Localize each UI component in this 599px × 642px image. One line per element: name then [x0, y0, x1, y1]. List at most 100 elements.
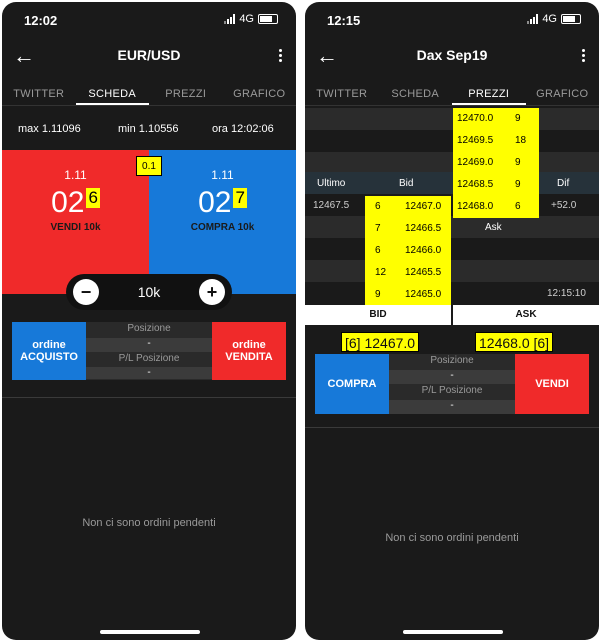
status-bar: 12:02 4G — [2, 2, 296, 36]
bid-quote: [6] 12467.0 — [341, 332, 420, 352]
divider — [2, 397, 296, 398]
book-row — [305, 130, 599, 152]
book-row — [305, 238, 599, 260]
right-phone-screen: 12:15 4G ← Dax Sep19 TWITTER SCHEDA PREZ… — [305, 2, 599, 640]
ask-size: 9 — [515, 113, 521, 124]
buy-button-label: COMPRA — [327, 378, 377, 390]
tab-twitter[interactable]: TWITTER — [2, 84, 76, 105]
ask-level[interactable]: 12468.5 9 — [453, 174, 539, 196]
sell-price-digits: 02 — [51, 186, 85, 219]
position-box: Posizione - P/L Posizione - — [389, 354, 515, 414]
price-stats: max 1.11096 min 1.10556 ora 12:02:06 — [2, 114, 296, 144]
page-title: Dax Sep19 — [416, 47, 488, 63]
change-header: Dif — [557, 178, 570, 189]
bid-price: 12466.0 — [405, 245, 442, 256]
sell-price-main: 02 6 — [2, 186, 149, 220]
buy-price-digits: 02 — [198, 186, 232, 219]
book-header-bar — [305, 172, 599, 194]
ask-level[interactable]: 12469.0 9 — [453, 152, 539, 174]
network-label: 4G — [239, 13, 254, 25]
book-row — [305, 216, 599, 238]
tab-bar: TWITTER SCHEDA PREZZI GRAFICO — [305, 84, 599, 106]
pl-label: P/L Posizione — [421, 385, 483, 396]
bid-price: 12466.5 — [405, 223, 442, 234]
battery-icon — [561, 14, 581, 24]
bid-level[interactable]: 6 12466.0 — [365, 240, 451, 262]
pl-value: - — [86, 367, 212, 379]
signal-icon — [224, 14, 236, 24]
pl-value: - — [389, 400, 515, 414]
ask-price: 12469.5 — [457, 135, 494, 146]
tab-scheda[interactable]: SCHEDA — [379, 84, 453, 105]
sell-button[interactable]: VENDI — [515, 354, 589, 414]
position-value: - — [389, 370, 515, 384]
buy-label: COMPRA 10k — [190, 222, 255, 233]
app-header: ← EUR/USD — [2, 36, 296, 76]
quantity-stepper: − 10k + — [66, 274, 232, 310]
ask-price: 12470.0 — [457, 113, 494, 124]
bid-level[interactable]: 12 12465.5 — [365, 262, 451, 284]
buy-price-pip: 7 — [233, 188, 247, 208]
last-value: 12467.5 — [313, 200, 350, 211]
status-bar: 12:15 4G — [305, 2, 599, 36]
buy-panel[interactable]: 1.11 02 7 COMPRA 10k — [149, 150, 296, 294]
bid-level[interactable]: 9 12465.0 — [365, 284, 451, 306]
signal-icon — [527, 14, 539, 24]
network-label: 4G — [542, 13, 557, 25]
ask-level[interactable]: 12470.0 9 — [453, 108, 539, 130]
buy-order-line1: ordine — [32, 339, 66, 351]
ask-price: 12468.0 — [457, 201, 494, 212]
sell-button-label: VENDI — [535, 378, 569, 390]
bid-level[interactable]: 7 12466.5 — [365, 218, 451, 240]
bid-price: 12465.0 — [405, 289, 442, 300]
bid-label: BID — [305, 305, 451, 325]
left-phone-screen: 12:02 4G ← EUR/USD TWITTER SCHEDA PREZZI… — [2, 2, 296, 640]
tab-grafico[interactable]: GRAFICO — [526, 84, 599, 105]
bid-level[interactable]: 6 12467.0 — [365, 196, 451, 218]
book-row — [305, 152, 599, 174]
max-price: max 1.11096 — [18, 123, 81, 135]
position-value: - — [86, 338, 212, 352]
tab-grafico[interactable]: GRAFICO — [223, 84, 297, 105]
bid-price: 12465.5 — [405, 267, 442, 278]
home-indicator[interactable] — [100, 630, 200, 634]
stats-time: ora 12:02:06 — [212, 123, 274, 135]
buy-price-prefix: 1.11 — [211, 168, 234, 182]
more-icon[interactable] — [272, 44, 288, 66]
buy-order-button[interactable]: ordine ACQUISTO — [12, 322, 86, 380]
update-time: 12:15:10 — [547, 288, 586, 299]
app-header: ← Dax Sep19 — [305, 36, 599, 76]
sell-price-prefix: 1.11 — [64, 168, 87, 182]
bid-size: 9 — [375, 289, 381, 300]
sell-order-button[interactable]: ordine VENDITA — [212, 322, 286, 380]
ask-size: 18 — [515, 135, 527, 146]
tab-prezzi[interactable]: PREZZI — [149, 84, 223, 105]
ask-size: 9 — [515, 157, 521, 168]
buy-button[interactable]: COMPRA — [315, 354, 389, 414]
tab-scheda[interactable]: SCHEDA — [75, 84, 149, 105]
buy-price-main: 02 7 — [149, 186, 296, 220]
tab-prezzi[interactable]: PREZZI — [452, 84, 526, 105]
empty-orders-text: Non ci sono ordini pendenti — [82, 517, 216, 529]
last-header: Ultimo — [317, 178, 346, 189]
ask-price: 12469.0 — [457, 157, 494, 168]
empty-orders-text: Non ci sono ordini pendenti — [385, 532, 519, 544]
position-label: Posizione — [430, 355, 474, 366]
position-box: Posizione - P/L Posizione - — [86, 322, 212, 380]
divider — [305, 427, 599, 428]
ask-level[interactable]: 12469.5 18 — [453, 130, 539, 152]
ask-size: 9 — [515, 179, 521, 190]
plus-icon[interactable]: + — [199, 279, 225, 305]
home-indicator[interactable] — [403, 630, 503, 634]
status-time: 12:15 — [327, 13, 361, 28]
ask-level[interactable]: 12468.0 6 — [453, 196, 539, 218]
status-network: 4G — [527, 13, 581, 25]
tab-twitter[interactable]: TWITTER — [305, 84, 379, 105]
bid-size: 6 — [375, 245, 381, 256]
ask-header: Ask — [485, 222, 502, 233]
bid-size: 7 — [375, 223, 381, 234]
more-icon[interactable] — [575, 44, 591, 66]
spread-badge: 0.1 — [136, 156, 162, 176]
sell-panel[interactable]: 1.11 02 6 VENDI 10k — [2, 150, 149, 294]
bid-size: 12 — [375, 267, 387, 278]
